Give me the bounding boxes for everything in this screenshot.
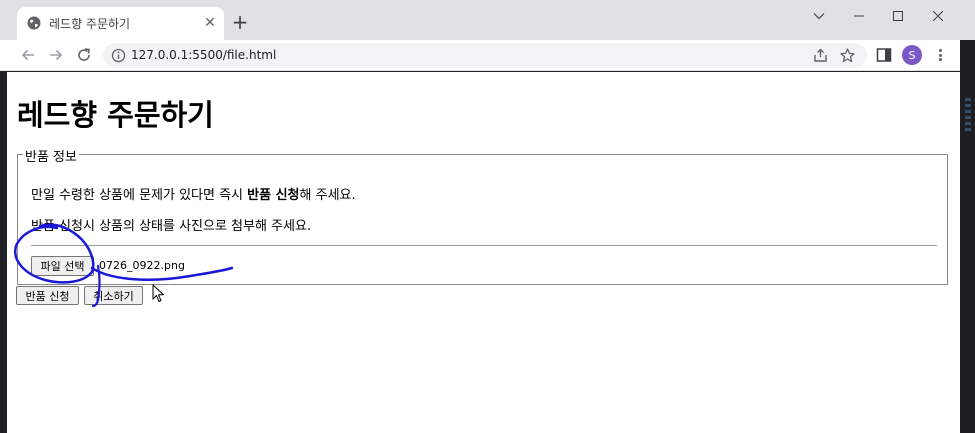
background-window-strip bbox=[960, 40, 975, 433]
reload-button[interactable] bbox=[73, 44, 95, 66]
page-content: 레드향 주문하기 반품 정보 만일 수령한 상품에 문제가 있다면 즉시 반품 … bbox=[7, 72, 960, 433]
more-vert-icon[interactable] bbox=[934, 46, 946, 64]
tab-title: 레드향 주문하기 bbox=[49, 17, 131, 31]
p1-bold: 반품 신청 bbox=[247, 188, 300, 203]
share-icon[interactable] bbox=[812, 47, 829, 64]
close-window-icon bbox=[933, 11, 943, 21]
maximize-button[interactable] bbox=[880, 4, 916, 28]
mouse-pointer-icon bbox=[152, 284, 164, 302]
tab-active[interactable]: 레드향 주문하기 ✕ bbox=[17, 7, 224, 40]
side-panel-icon[interactable] bbox=[876, 47, 892, 63]
tab-strip: 레드향 주문하기 ✕ + bbox=[0, 0, 975, 40]
globe-icon bbox=[27, 16, 41, 30]
p1-before: 만일 수령한 상품에 문제가 있다면 즉시 bbox=[31, 188, 248, 203]
return-instruction-text: 만일 수령한 상품에 문제가 있다면 즉시 반품 신청해 주세요. bbox=[31, 184, 356, 203]
back-button[interactable] bbox=[17, 44, 39, 66]
reload-icon bbox=[78, 48, 90, 61]
info-icon[interactable] bbox=[111, 48, 126, 63]
arrow-left-icon bbox=[21, 49, 34, 61]
minimize-button[interactable] bbox=[841, 4, 877, 28]
browser-window: 레드향 주문하기 ✕ + 127.0.0.1:5500/file.html S … bbox=[0, 0, 975, 433]
fieldset-legend: 반품 정보 bbox=[23, 146, 79, 165]
forward-button[interactable] bbox=[45, 44, 67, 66]
new-tab-button[interactable]: + bbox=[230, 12, 250, 32]
selected-file-name: 0726_0922.png bbox=[99, 259, 185, 272]
arrow-right-icon bbox=[50, 49, 63, 61]
p1-after: 해 주세요. bbox=[299, 188, 356, 203]
return-submit-button[interactable]: 반품 신청 bbox=[16, 286, 79, 305]
divider bbox=[31, 245, 937, 246]
close-icon[interactable]: ✕ bbox=[202, 15, 218, 31]
window-close-button[interactable] bbox=[920, 4, 956, 28]
file-select-button[interactable]: 파일 선택 bbox=[31, 256, 94, 276]
return-info-fieldset: 반품 정보 만일 수령한 상품에 문제가 있다면 즉시 반품 신청해 주세요. … bbox=[17, 146, 948, 285]
avatar[interactable]: S bbox=[902, 45, 922, 65]
maximize-icon bbox=[893, 11, 903, 21]
url-text[interactable]: 127.0.0.1:5500/file.html bbox=[131, 48, 276, 62]
photo-instruction-text: 반품 신청시 상품의 상태를 사진으로 첨부해 주세요. bbox=[31, 219, 312, 234]
cancel-button[interactable]: 취소하기 bbox=[84, 286, 143, 305]
chevron-down-icon bbox=[813, 13, 825, 20]
address-bar[interactable]: 127.0.0.1:5500/file.html bbox=[103, 43, 867, 68]
minimize-icon bbox=[854, 15, 864, 17]
star-icon[interactable] bbox=[839, 47, 856, 64]
browser-toolbar: 127.0.0.1:5500/file.html S bbox=[0, 40, 960, 71]
page-title: 레드향 주문하기 bbox=[17, 98, 214, 132]
tab-search-button[interactable] bbox=[801, 4, 837, 28]
